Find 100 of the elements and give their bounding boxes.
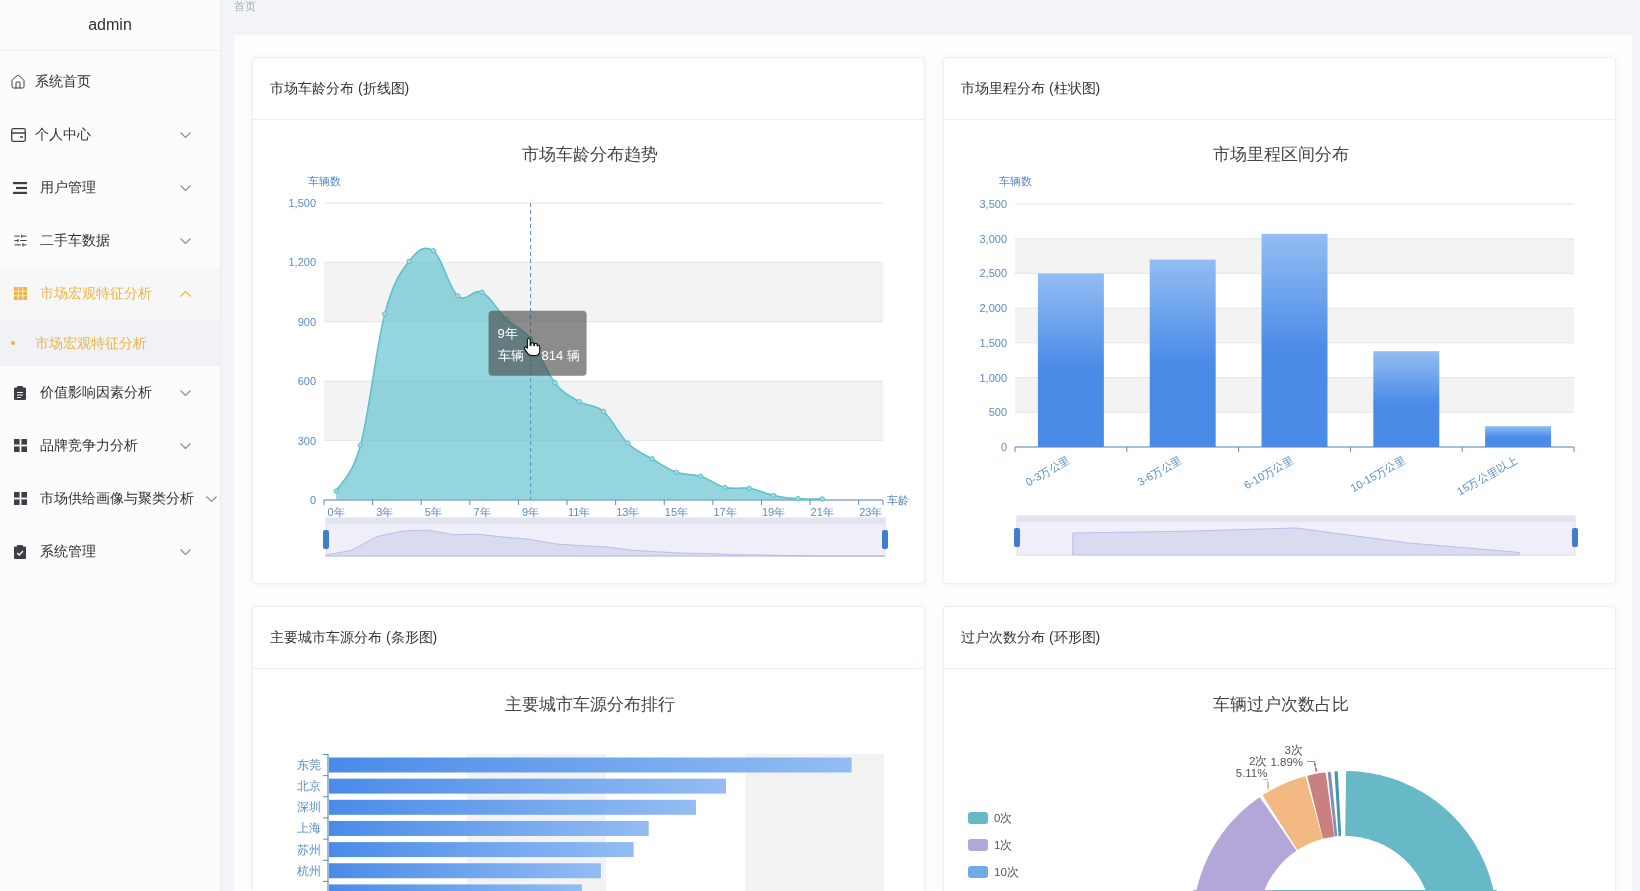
axis-label: 21年 xyxy=(810,506,834,518)
card-title: 市场里程分布 (柱状图) xyxy=(961,79,1101,98)
clipboard-check-icon xyxy=(14,544,26,559)
axis-label: 7年 xyxy=(473,506,491,518)
legend-swatch-icon[interactable] xyxy=(968,839,988,851)
sliders-icon xyxy=(12,233,28,248)
axis-title: 车辆数 xyxy=(307,175,341,187)
data-point xyxy=(795,495,801,502)
data-point xyxy=(746,485,753,491)
axis-label: 0 xyxy=(309,494,316,506)
axis-label: 300 xyxy=(297,434,316,447)
axis-label: 3年 xyxy=(376,506,394,518)
legend-swatch-icon[interactable] xyxy=(968,812,988,824)
axis-label: 深圳 xyxy=(297,800,321,815)
legend-label[interactable]: 0次 xyxy=(994,812,1013,824)
home-icon xyxy=(10,73,26,90)
menu-item[interactable]: 二手车数据 xyxy=(0,214,220,267)
list-icon xyxy=(13,181,27,194)
axis-label: 600 xyxy=(297,375,316,388)
axis-label: 9年 xyxy=(522,506,540,518)
menu-item[interactable]: 品牌竞争力分析 xyxy=(0,419,220,472)
axis-label: 13年 xyxy=(616,506,640,518)
axis-label: 23年 xyxy=(859,506,883,518)
pointer-cursor-icon xyxy=(523,337,541,357)
zoom-slider[interactable] xyxy=(1014,515,1578,556)
axis-label: 0-3万公里 xyxy=(1023,453,1072,489)
sidebar-title: admin xyxy=(88,15,132,35)
axis-label: 5年 xyxy=(424,506,442,518)
axis-label: 2,000 xyxy=(979,302,1007,315)
data-point xyxy=(357,442,364,448)
axis-label: 11年 xyxy=(568,506,591,518)
axis-label: 0年 xyxy=(327,506,345,518)
slice-percent: 1.89% xyxy=(1270,755,1303,768)
chart-title: 市场里程区间分布 xyxy=(1212,145,1349,164)
slice-percent: 5.11% xyxy=(1235,766,1268,779)
axis-label: 3,500 xyxy=(979,198,1007,210)
data-point xyxy=(503,316,509,322)
axis-label: 500 xyxy=(988,406,1007,419)
data-point xyxy=(454,293,461,299)
data-point xyxy=(625,440,631,446)
menu-item[interactable]: 个人中心 xyxy=(0,108,220,161)
legend-swatch-icon[interactable] xyxy=(968,866,988,878)
data-point xyxy=(722,484,728,491)
axis-label: 6-10万公里 xyxy=(1241,453,1296,492)
data-point xyxy=(576,398,582,405)
axis-label: 17年 xyxy=(713,506,737,518)
menu-item[interactable]: 系统管理 xyxy=(0,525,220,578)
slice-label: 3次 xyxy=(1284,743,1303,756)
axis-title: 车龄 xyxy=(887,494,909,506)
data-point xyxy=(552,379,558,386)
squares-icon xyxy=(13,439,27,452)
zoom-slider[interactable] xyxy=(323,517,888,557)
card-title: 过户次数分布 (环形图) xyxy=(961,628,1101,647)
menu-item[interactable]: 价值影响因素分析 xyxy=(0,366,220,419)
clipboard-icon xyxy=(14,385,26,400)
card-title: 主要城市车源分布 (条形图) xyxy=(270,628,438,647)
data-point xyxy=(333,488,339,494)
axis-label: 苏州 xyxy=(297,842,321,857)
axis-label: 15万公里以上 xyxy=(1454,453,1520,498)
axis-label: 3-6万公里 xyxy=(1135,453,1184,489)
data-point xyxy=(673,469,680,475)
menu-item[interactable]: 用户管理 xyxy=(0,161,220,214)
legend-label[interactable]: 1次 xyxy=(994,839,1013,851)
data-point xyxy=(406,258,412,265)
menu-item[interactable]: 系统首页 xyxy=(0,55,220,108)
data-point xyxy=(770,492,777,499)
axis-title: 车辆数 xyxy=(998,175,1032,187)
card-icon xyxy=(10,127,26,142)
grid-icon xyxy=(13,287,27,300)
axis-label: 0 xyxy=(1000,441,1007,453)
data-point xyxy=(479,289,485,295)
axis-label: 2,500 xyxy=(979,267,1007,280)
data-point xyxy=(600,408,607,415)
data-point xyxy=(698,473,704,479)
chart-title: 主要城市车源分布排行 xyxy=(504,695,675,714)
axis-label: 上海 xyxy=(297,821,321,836)
axis-label: 1,500 xyxy=(979,336,1007,349)
chart-title: 车辆过户次数占比 xyxy=(1212,695,1349,714)
data-point xyxy=(649,456,655,462)
data-point xyxy=(382,311,388,317)
axis-label: 3,000 xyxy=(979,232,1007,245)
axis-label: 1,200 xyxy=(288,256,316,269)
legend-label[interactable]: 10次 xyxy=(994,866,1019,878)
slice-label: 2次 xyxy=(1249,754,1268,767)
axis-label: 900 xyxy=(297,315,316,328)
menu-item[interactable]: 市场供给画像与聚类分析 xyxy=(0,472,220,525)
squares-icon xyxy=(13,492,27,505)
axis-label: 北京 xyxy=(297,779,321,794)
axis-label: 东莞 xyxy=(297,758,321,772)
card-title: 市场车龄分布 (折线图) xyxy=(270,79,410,98)
tooltip-label: 车辆 xyxy=(497,347,524,363)
data-point xyxy=(430,248,437,254)
axis-label: 1,000 xyxy=(979,371,1007,384)
tooltip-title: 9年 xyxy=(497,325,518,341)
data-point xyxy=(819,496,825,502)
axis-label: 1,500 xyxy=(288,197,316,209)
axis-label: 19年 xyxy=(762,506,786,518)
axis-label: 杭州 xyxy=(297,863,321,878)
tooltip-value: 814 辆 xyxy=(541,347,580,363)
chart-title: 市场车龄分布趋势 xyxy=(521,145,658,164)
